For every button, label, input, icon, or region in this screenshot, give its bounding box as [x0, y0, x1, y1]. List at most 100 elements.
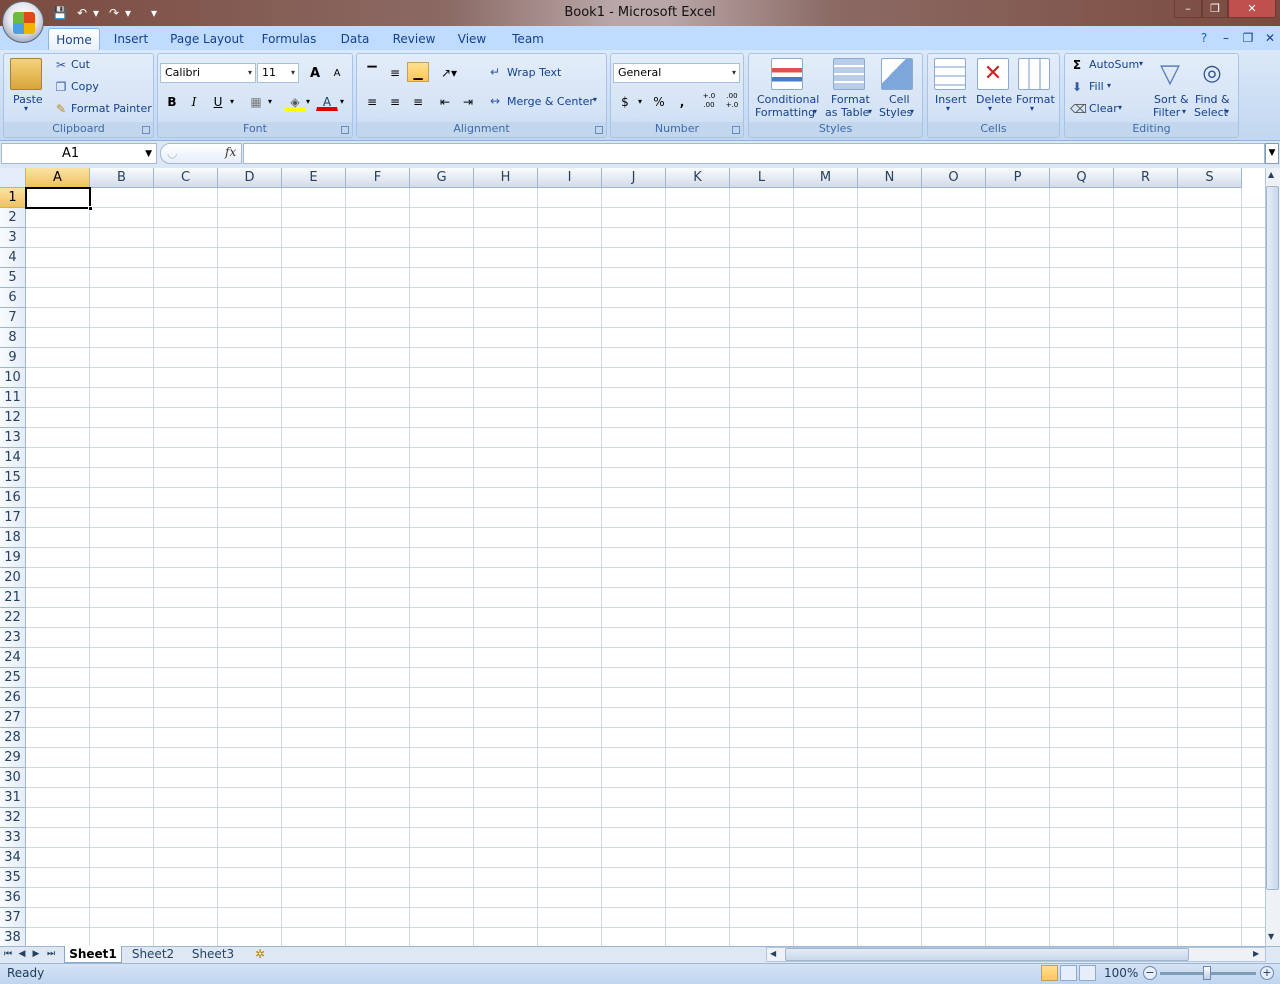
row-header-24[interactable]: 24 [0, 648, 26, 668]
formula-input[interactable] [243, 143, 1265, 164]
align-bottom-icon[interactable]: ▁ [407, 62, 429, 82]
column-header-f[interactable]: F [346, 168, 410, 188]
scroll-down-icon[interactable]: ▼ [1268, 932, 1274, 941]
decrease-indent-icon[interactable]: ⇤ [434, 91, 456, 111]
conditional-formatting-icon[interactable] [771, 58, 803, 90]
close-window-button[interactable]: ✕ [1228, 0, 1276, 18]
conditional-formatting-label-1[interactable]: Conditional [757, 93, 819, 106]
insert-cells-button[interactable]: Insert [935, 93, 967, 106]
row-header-13[interactable]: 13 [0, 428, 26, 448]
tab-home[interactable]: Home [48, 28, 100, 50]
row-header-3[interactable]: 3 [0, 228, 26, 248]
number-format-dropdown[interactable]: General ▾ [613, 63, 740, 83]
expand-formula-bar-icon[interactable]: ▼ [1265, 143, 1279, 164]
active-cell[interactable] [25, 187, 91, 209]
page-layout-view-icon[interactable] [1060, 965, 1077, 981]
delete-cells-button[interactable]: Delete [976, 93, 1012, 106]
restore-window-button[interactable]: ❐ [1202, 0, 1228, 18]
merge-dropdown-icon[interactable]: ▾ [593, 95, 597, 104]
cut-button[interactable]: Cut [71, 58, 90, 71]
column-header-m[interactable]: M [794, 168, 858, 188]
row-header-20[interactable]: 20 [0, 568, 26, 588]
row-header-27[interactable]: 27 [0, 708, 26, 728]
row-header-12[interactable]: 12 [0, 408, 26, 428]
row-header-16[interactable]: 16 [0, 488, 26, 508]
alignment-dialog-launcher-icon[interactable] [595, 126, 603, 134]
paste-dropdown-icon[interactable]: ▾ [24, 104, 28, 113]
sheet-tab-sheet2[interactable]: Sheet2 [124, 946, 182, 963]
cells-area[interactable] [26, 188, 1265, 946]
align-middle-icon[interactable]: ≡ [384, 62, 406, 82]
insert-function-button[interactable]: fx [225, 145, 236, 159]
cell-styles-label-2[interactable]: Styles [879, 106, 912, 119]
first-sheet-icon[interactable]: ⏮ [2, 947, 14, 961]
redo-dropdown-icon[interactable]: ▾ [120, 5, 136, 21]
column-header-p[interactable]: P [986, 168, 1050, 188]
row-header-21[interactable]: 21 [0, 588, 26, 608]
column-header-o[interactable]: O [922, 168, 986, 188]
row-header-31[interactable]: 31 [0, 788, 26, 808]
row-header-8[interactable]: 8 [0, 328, 26, 348]
find-select-dropdown-icon[interactable]: ▾ [1225, 107, 1229, 116]
format-as-table-icon[interactable] [833, 58, 865, 90]
percent-button[interactable]: % [648, 91, 670, 111]
row-header-4[interactable]: 4 [0, 248, 26, 268]
sheet-tab-sheet1[interactable]: Sheet1 [64, 946, 122, 963]
binoculars-icon[interactable]: ◎ [1196, 58, 1228, 90]
name-box[interactable]: A1 ▼ [1, 143, 157, 164]
row-header-26[interactable]: 26 [0, 688, 26, 708]
row-header-22[interactable]: 22 [0, 608, 26, 628]
wrap-text-button[interactable]: Wrap Text [507, 66, 561, 79]
clear-dropdown-icon[interactable]: ▾ [1118, 103, 1122, 112]
comma-button[interactable]: , [671, 91, 693, 111]
autosum-button[interactable]: AutoSum [1089, 58, 1139, 71]
bold-button[interactable]: B [161, 91, 183, 111]
align-left-icon[interactable]: ≡ [361, 91, 383, 111]
row-header-29[interactable]: 29 [0, 748, 26, 768]
currency-dropdown-icon[interactable]: ▾ [634, 91, 646, 111]
format-painter-button[interactable]: Format Painter [71, 102, 152, 115]
decrease-decimal-button[interactable]: .00 +.0 [721, 91, 743, 111]
tab-formulas[interactable]: Formulas [258, 28, 320, 50]
row-header-23[interactable]: 23 [0, 628, 26, 648]
row-header-37[interactable]: 37 [0, 908, 26, 928]
row-header-25[interactable]: 25 [0, 668, 26, 688]
row-header-34[interactable]: 34 [0, 848, 26, 868]
row-header-38[interactable]: 38 [0, 928, 26, 946]
row-header-35[interactable]: 35 [0, 868, 26, 888]
column-header-k[interactable]: K [666, 168, 730, 188]
orientation-icon[interactable]: ↗▾ [434, 62, 464, 82]
cell-styles-icon[interactable] [881, 58, 913, 90]
row-header-9[interactable]: 9 [0, 348, 26, 368]
last-sheet-icon[interactable]: ⏭ [45, 947, 57, 961]
row-header-10[interactable]: 10 [0, 368, 26, 388]
scroll-left-icon[interactable]: ◀ [770, 949, 776, 958]
fill-button[interactable]: Fill [1089, 80, 1104, 93]
tab-insert[interactable]: Insert [108, 28, 154, 50]
minimize-ribbon-icon[interactable]: – [1218, 30, 1234, 46]
shrink-font-button[interactable]: A [326, 63, 348, 83]
column-header-q[interactable]: Q [1050, 168, 1114, 188]
zoom-out-icon[interactable]: − [1143, 966, 1157, 980]
copy-button[interactable]: Copy [71, 80, 99, 93]
column-header-i[interactable]: I [538, 168, 602, 188]
merge-center-button[interactable]: Merge & Center [507, 95, 594, 108]
font-color-button[interactable]: A [316, 91, 338, 111]
column-header-n[interactable]: N [858, 168, 922, 188]
font-name-dropdown[interactable]: Calibri ▾ [160, 63, 256, 83]
next-sheet-icon[interactable]: ▶ [30, 947, 42, 961]
sort-filter-dropdown-icon[interactable]: ▾ [1182, 107, 1186, 116]
tab-view[interactable]: View [452, 28, 492, 50]
tab-team[interactable]: Team [506, 28, 550, 50]
column-header-c[interactable]: C [154, 168, 218, 188]
format-cells-button[interactable]: Format [1016, 93, 1055, 106]
horizontal-scroll-thumb[interactable] [785, 948, 1189, 961]
minimize-window-button[interactable]: – [1174, 0, 1202, 18]
align-center-icon[interactable]: ≡ [384, 91, 406, 111]
tab-page-layout[interactable]: Page Layout [166, 28, 248, 50]
currency-button[interactable]: $ [614, 91, 636, 111]
scroll-right-icon[interactable]: ▶ [1253, 949, 1259, 958]
font-color-dropdown-icon[interactable]: ▾ [336, 91, 348, 111]
clear-button[interactable]: Clear [1089, 102, 1118, 115]
page-break-view-icon[interactable] [1079, 965, 1096, 981]
